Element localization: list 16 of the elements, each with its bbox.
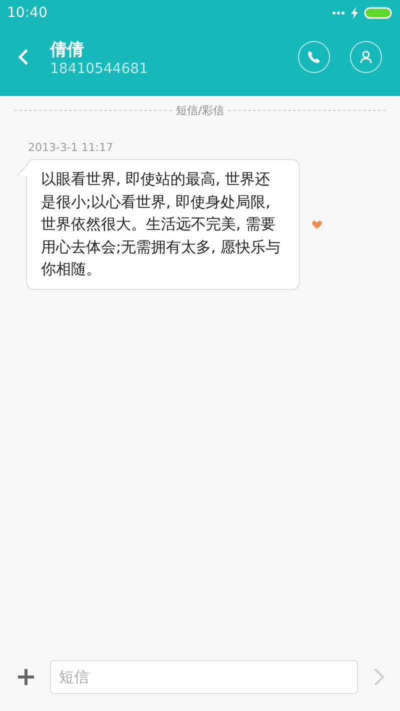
add-icon[interactable]	[16, 667, 36, 687]
message-time: 2013-3-1 11:17	[28, 141, 114, 154]
send-icon[interactable]	[372, 667, 386, 687]
charging-icon	[351, 7, 358, 19]
phone-icon	[307, 50, 321, 64]
phone-number: 18410544681	[50, 60, 149, 76]
person-icon	[359, 50, 373, 64]
section-label: 短信/彩信	[176, 103, 224, 118]
message-input[interactable]: 短信	[50, 660, 358, 694]
contact-name: 倩倩	[50, 38, 85, 60]
battery-icon	[364, 7, 392, 19]
bubble-tail	[17, 164, 29, 176]
call-button[interactable]	[298, 41, 330, 73]
more-icon	[332, 11, 345, 15]
status-time: 10:40	[7, 5, 48, 21]
contact-button[interactable]	[350, 41, 382, 73]
